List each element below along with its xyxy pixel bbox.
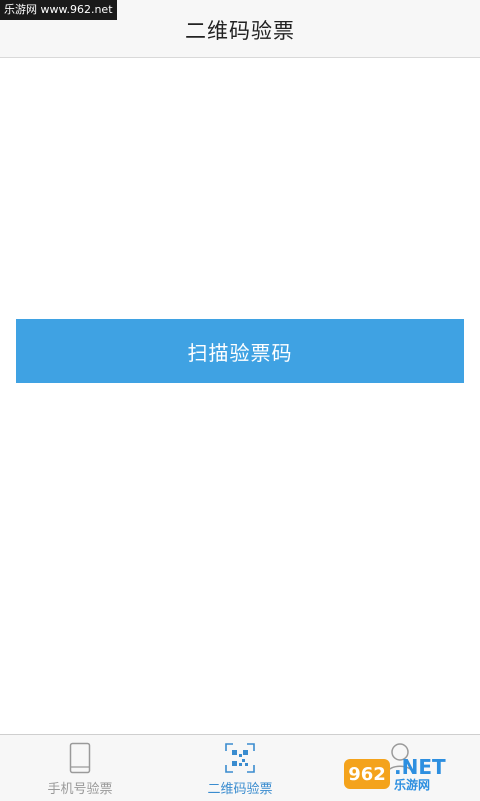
phone-icon: [69, 741, 91, 775]
scan-ticket-code-button[interactable]: 扫描验票码: [16, 319, 464, 383]
tab-qr-verify[interactable]: 二维码验票: [160, 735, 320, 801]
watermark-top: 乐游网 www.962.net: [0, 0, 117, 20]
main-content: 扫描验票码: [0, 58, 480, 734]
watermark-badge: 962: [344, 759, 390, 789]
page-title: 二维码验票: [185, 18, 295, 43]
qr-code-icon: [225, 741, 255, 775]
watermark-net: .NET: [394, 755, 446, 779]
tab-label: 二维码验票: [207, 782, 273, 797]
tab-label: 手机号验票: [47, 782, 113, 797]
tab-phone-verify[interactable]: 手机号验票: [0, 735, 160, 801]
watermark-logo: 962 .NET 乐游网: [344, 752, 474, 796]
watermark-cn: 乐游网: [394, 778, 431, 792]
